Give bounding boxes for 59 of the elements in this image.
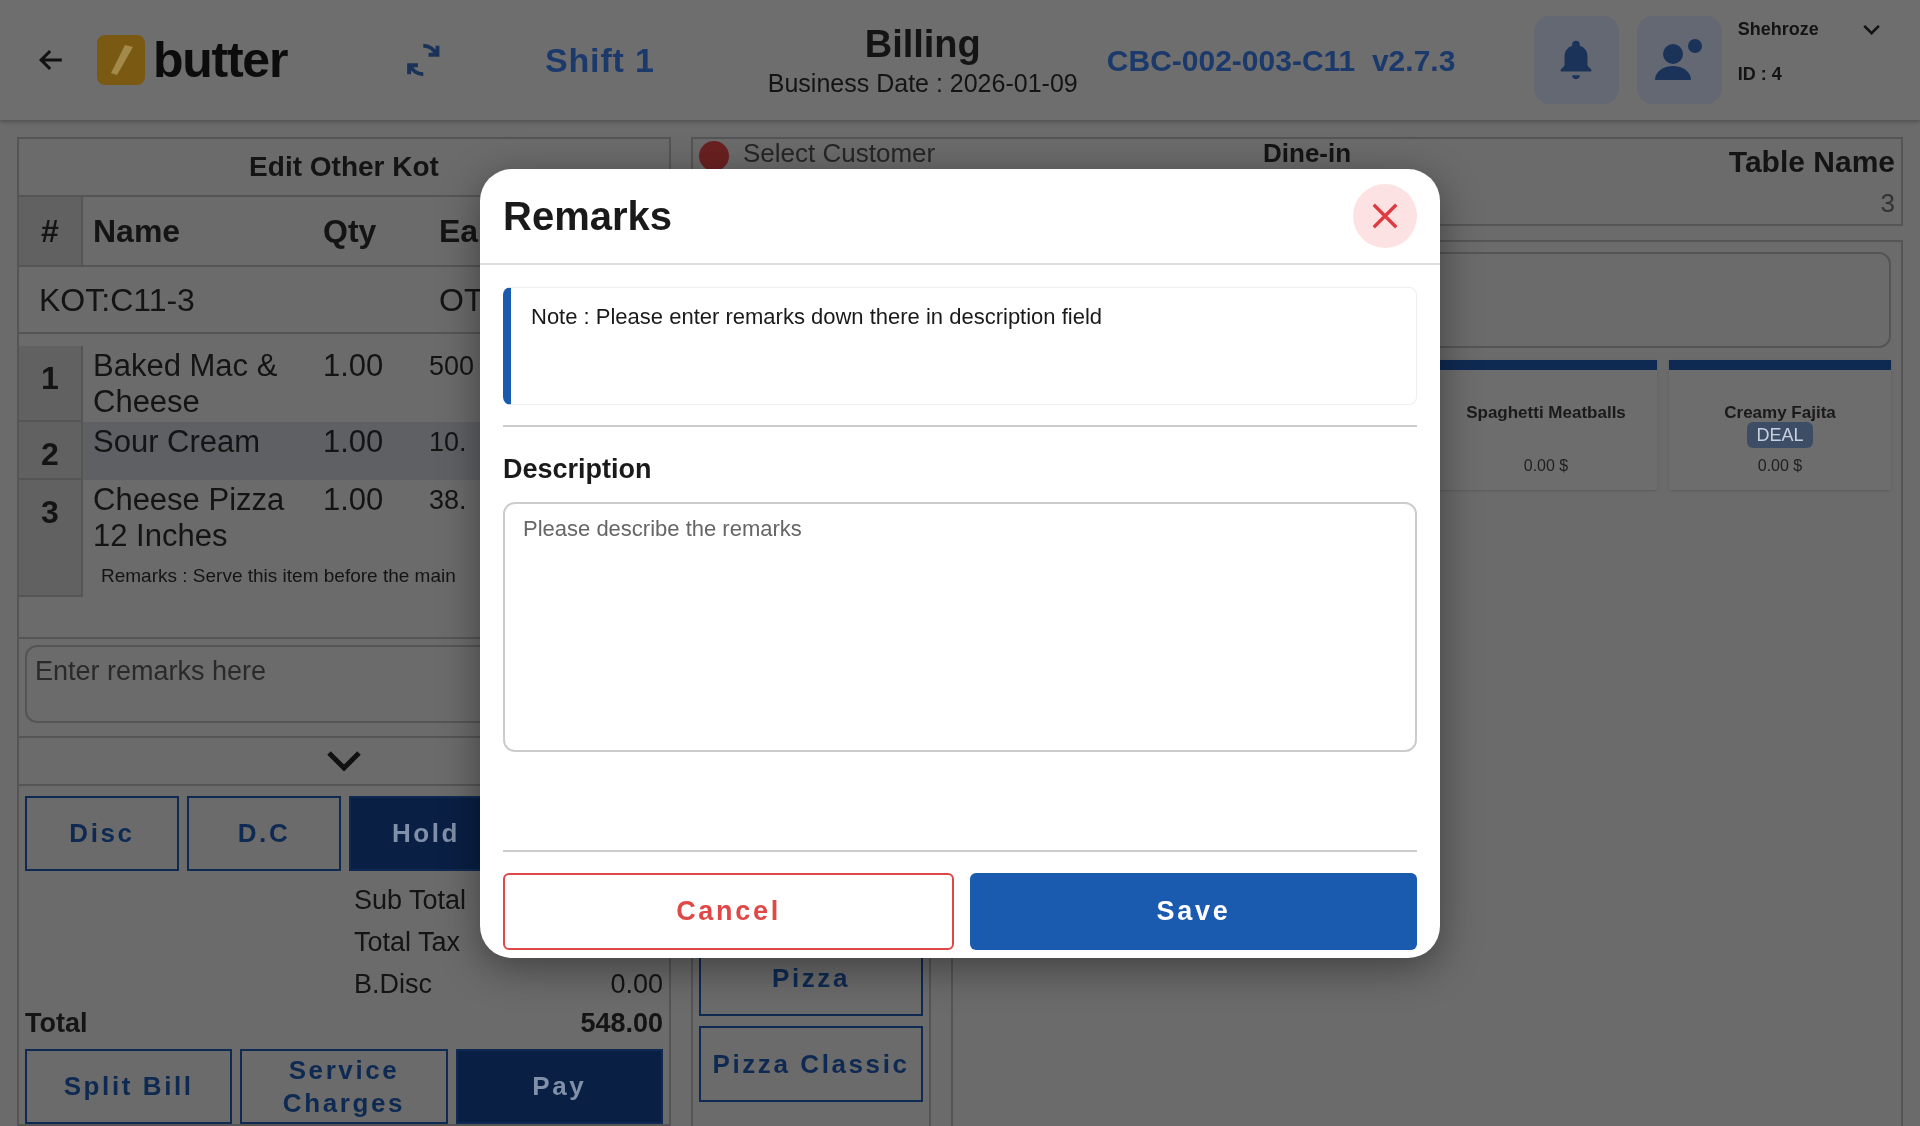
user-id: ID : 4 — [1737, 63, 1783, 86]
table-label: Table Name — [1728, 144, 1895, 180]
item-name: Spaghetti Meatballs — [1466, 402, 1626, 424]
item-name: Baked Mac & Cheese — [93, 348, 279, 421]
row-number: 1 — [19, 346, 83, 423]
action-button[interactable]: Pay — [455, 1049, 663, 1124]
item-price: 38. — [429, 484, 467, 518]
cancel-button[interactable]: Cancel — [503, 872, 954, 950]
item-qty: 1.00 — [323, 482, 385, 520]
kot-label: KOT:C11-3 — [39, 280, 196, 320]
grand-total-label: Total — [25, 1006, 88, 1040]
order-type: Dine-in — [1263, 139, 1353, 167]
item-price: 500 — [429, 350, 475, 384]
total-label: Sub Total — [354, 883, 467, 917]
total-label: Total Tax — [354, 925, 461, 959]
page-title: Billing — [864, 21, 981, 67]
user-name: Shehroze — [1737, 18, 1819, 41]
business-date: Business Date : 2026-01-09 — [767, 68, 1078, 100]
item-price: 0.00 $ — [1523, 455, 1569, 476]
action-button[interactable]: Split Bill — [25, 1049, 233, 1124]
column-header: Qty — [323, 211, 378, 251]
logo-mark-icon — [94, 33, 147, 87]
action-button[interactable]: D.C — [187, 796, 341, 871]
customer-avatar[interactable] — [699, 141, 729, 171]
customer-select[interactable]: Select Customer — [743, 139, 1263, 167]
row-number: 3 — [19, 480, 83, 597]
column-header: # — [19, 196, 83, 265]
grand-total-value: 548.00 — [580, 1006, 663, 1040]
item-qty: 1.00 — [323, 424, 385, 461]
column-header: Name — [93, 211, 182, 251]
action-button[interactable]: Service Charges — [240, 1049, 448, 1124]
menu-item-card[interactable]: Creamy Fajita DEAL 0.00 $ — [1669, 360, 1891, 490]
row-number: 2 — [19, 422, 83, 481]
close-icon — [1370, 201, 1400, 231]
item-name: Creamy Fajita — [1724, 402, 1836, 424]
item-name: Sour Cream — [93, 424, 262, 461]
shift-label: Shift 1 — [544, 39, 656, 81]
category-button[interactable]: Pizza Classic — [699, 1026, 923, 1102]
note-text: Note : Please enter remarks down there in description field — [531, 304, 1103, 329]
logo-text: butter — [152, 35, 288, 85]
item-name: Cheese Pizza 12 Inches — [93, 482, 286, 555]
user-button[interactable] — [1636, 16, 1722, 104]
deal-badge: DEAL — [1747, 422, 1813, 448]
table-value: 3 — [1880, 187, 1895, 220]
column-header: Ea — [439, 211, 479, 251]
notification-button[interactable] — [1533, 16, 1619, 104]
total-value: 0.00 — [610, 967, 663, 1001]
item-price: 10. — [429, 426, 467, 460]
save-button[interactable]: Save — [970, 872, 1417, 950]
action-button[interactable]: Disc — [25, 796, 179, 871]
total-label: B.Disc — [354, 967, 432, 1001]
order-row[interactable]: 1 Baked Mac & Cheese 1.00 500 — [19, 346, 669, 423]
description-field[interactable]: Please describe the remarks — [503, 501, 1417, 752]
item-qty: 1.00 — [323, 348, 385, 386]
terminal-version: CBC-002-003-C11 v2.7.3 — [1106, 42, 1457, 79]
item-remarks: Remarks : Serve this item before the main — [101, 564, 457, 589]
item-price: 0.00 $ — [1757, 455, 1803, 476]
kot-tag: OT — [439, 275, 484, 324]
chevron-down-icon[interactable] — [326, 749, 362, 772]
